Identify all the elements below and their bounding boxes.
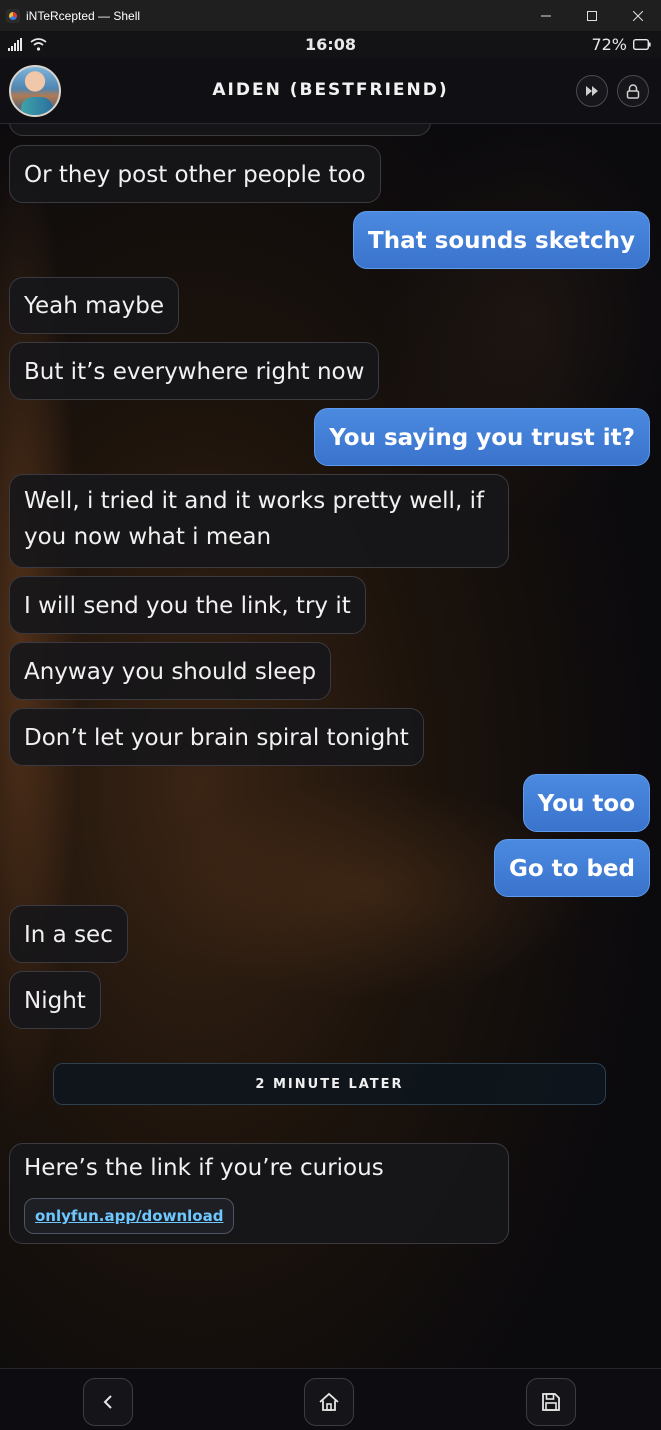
message-incoming: Well, i tried it and it works pretty wel… xyxy=(9,474,509,568)
message-incoming: Night xyxy=(9,971,101,1029)
save-button[interactable] xyxy=(526,1378,576,1426)
window-controls xyxy=(523,0,661,31)
app-logo-icon xyxy=(6,8,20,23)
battery-icon xyxy=(633,39,651,50)
message-incoming: Or they post other people too xyxy=(9,145,381,203)
message-outgoing: Go to bed xyxy=(493,839,650,897)
link-message-text: Here’s the link if you’re curious xyxy=(24,1155,384,1181)
close-button[interactable] xyxy=(615,0,661,31)
fast-forward-icon xyxy=(586,86,598,96)
home-button[interactable] xyxy=(304,1378,354,1426)
message-incoming: But it’s everywhere right now xyxy=(9,342,380,400)
lock-button[interactable] xyxy=(617,75,649,107)
contact-name: AIDEN (BESTFRIEND) xyxy=(212,80,449,100)
chat-header: AIDEN (BESTFRIEND) xyxy=(0,58,661,124)
message-incoming: In a sec xyxy=(9,905,128,963)
minimize-icon xyxy=(541,15,551,16)
back-button[interactable] xyxy=(83,1378,133,1426)
close-icon xyxy=(633,10,643,21)
window-title: iNTeRcepted — Shell xyxy=(26,8,141,23)
message-outgoing: You too xyxy=(522,774,650,832)
message-incoming-link: Here’s the link if you’re curious onlyfu… xyxy=(9,1143,509,1244)
message-bubble-partial xyxy=(9,124,431,136)
message-outgoing: You saying you trust it? xyxy=(314,408,650,466)
fast-forward-button[interactable] xyxy=(576,75,608,107)
clock-time: 16:08 xyxy=(305,35,356,54)
message-incoming: I will send you the link, try it xyxy=(9,576,366,634)
home-icon xyxy=(319,1392,339,1411)
message-incoming: Anyway you should sleep xyxy=(9,642,332,700)
back-icon xyxy=(103,1395,112,1409)
maximize-button[interactable] xyxy=(569,0,615,31)
message-outgoing: That sounds sketchy xyxy=(353,211,650,269)
time-divider: 2 MINUTE LATER xyxy=(53,1063,606,1105)
lock-icon xyxy=(626,83,640,99)
minimize-button[interactable] xyxy=(523,0,569,31)
status-bar: 16:08 72% xyxy=(0,31,661,58)
message-incoming: Don’t let your brain spiral tonight xyxy=(9,708,424,766)
window-titlebar: iNTeRcepted — Shell xyxy=(0,0,661,31)
message-incoming: Yeah maybe xyxy=(9,277,179,334)
message-list[interactable]: Or they post other people too That sound… xyxy=(0,124,661,1368)
download-link[interactable]: onlyfun.app/download xyxy=(24,1198,235,1234)
battery-percentage: 72% xyxy=(591,35,627,54)
app-window: iNTeRcepted — Shell 16:08 72% AIDEN (BES… xyxy=(0,0,661,1430)
maximize-icon xyxy=(587,10,597,21)
save-icon xyxy=(542,1393,560,1411)
bottom-navigation xyxy=(0,1368,661,1430)
